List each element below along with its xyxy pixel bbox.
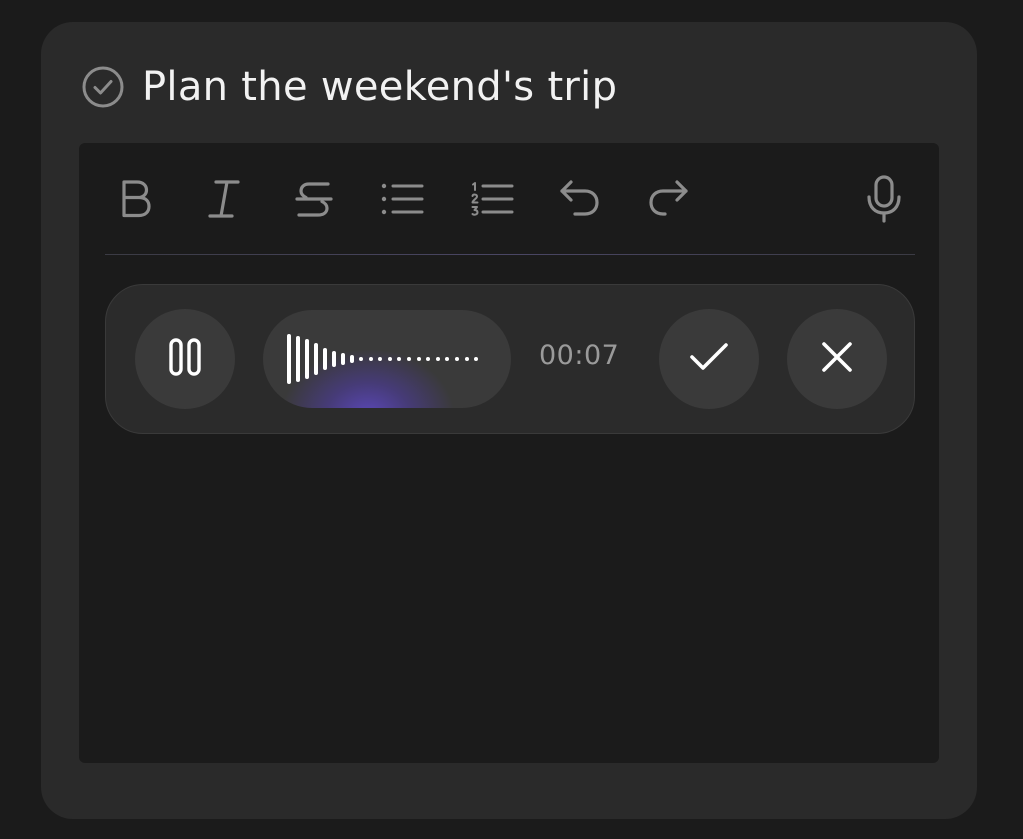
microphone-button[interactable] [859,173,909,229]
waveform-icon [287,310,484,408]
bold-button[interactable] [111,173,161,229]
microphone-icon [865,175,903,227]
bullet-list-icon [380,181,424,221]
redo-button[interactable] [643,173,693,229]
check-circle-icon[interactable] [82,66,124,108]
task-header: Plan the weekend's trip [82,64,617,110]
redo-icon [647,178,689,224]
numbered-list-icon [470,181,514,221]
undo-icon [559,178,601,224]
bold-icon [118,178,154,224]
task-title: Plan the weekend's trip [142,64,618,110]
formatting-toolbar [79,173,939,229]
pause-icon [168,337,202,381]
numbered-list-button[interactable] [467,173,517,229]
italic-button[interactable] [199,173,249,229]
voice-recorder-bar: 00:07 [105,284,915,434]
close-icon [821,341,853,377]
strikethrough-icon [294,178,334,224]
pause-button[interactable] [135,309,235,409]
note-editor[interactable]: 00:07 [79,143,939,763]
task-card: Plan the weekend's trip 00:07 [41,22,977,819]
undo-button[interactable] [555,173,605,229]
cancel-recording-button[interactable] [787,309,887,409]
waveform-display [263,310,511,408]
italic-icon [206,178,242,224]
confirm-recording-button[interactable] [659,309,759,409]
check-icon [689,341,729,377]
recording-timer: 00:07 [539,340,620,371]
bullet-list-button[interactable] [377,173,427,229]
toolbar-divider [105,254,915,255]
strikethrough-button[interactable] [289,173,339,229]
